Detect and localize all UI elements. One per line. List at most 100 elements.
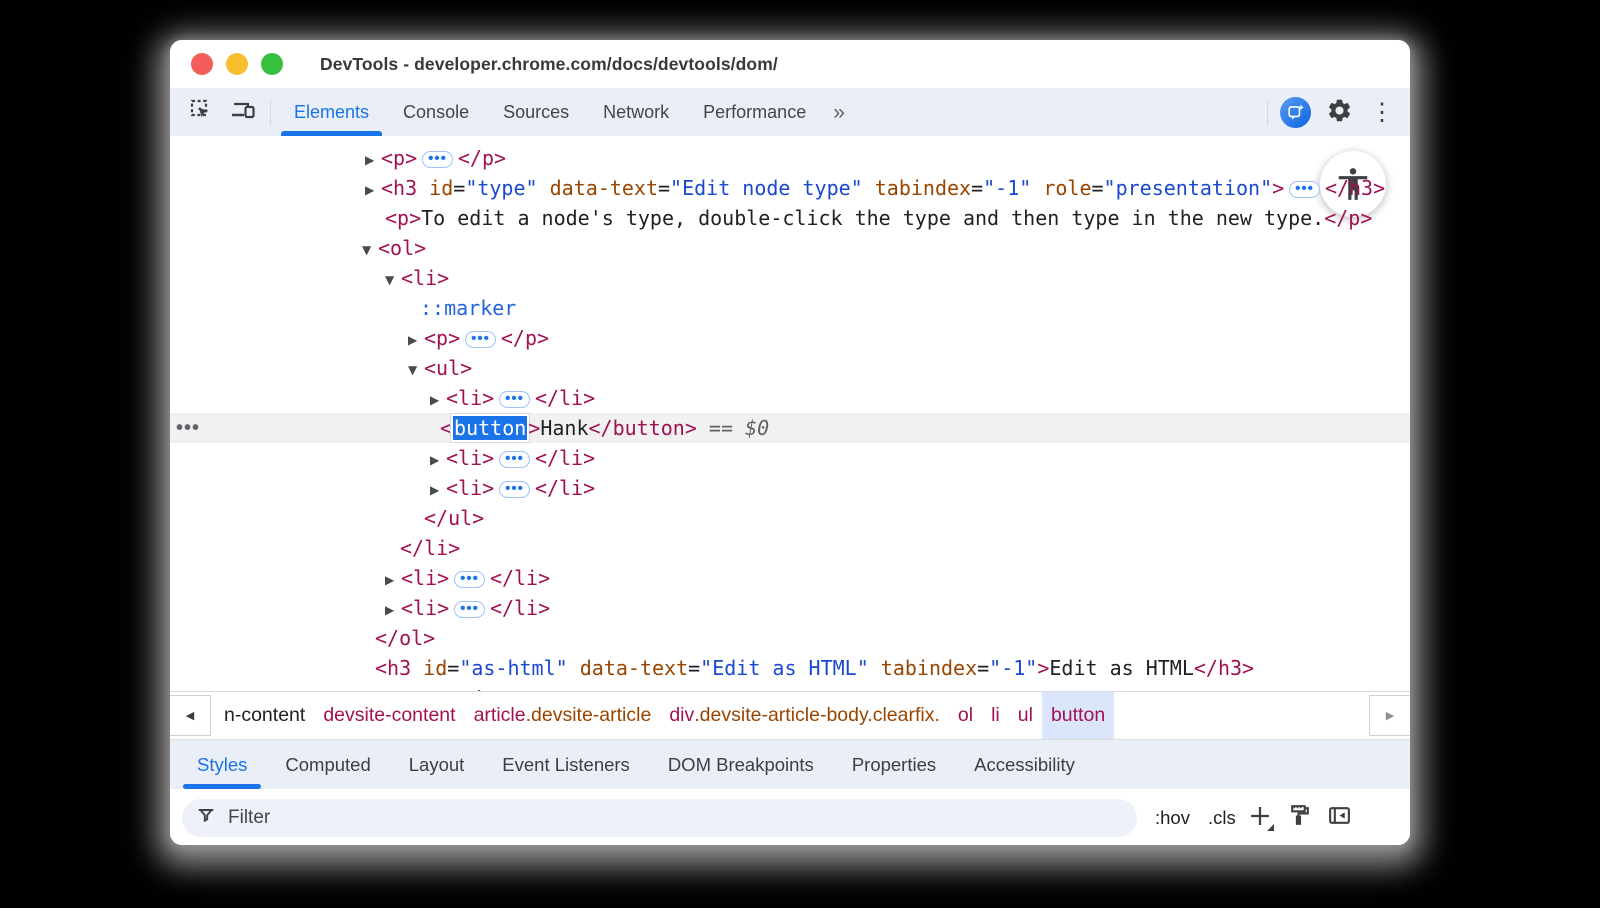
- dom-tree-row[interactable]: ▼<ol>: [170, 233, 1410, 263]
- breadcrumb-scroll-left-button[interactable]: ◀: [170, 695, 211, 736]
- disclosure-arrow-icon[interactable]: ▶: [385, 595, 401, 625]
- dom-tree-row[interactable]: ▶<p>•••</p>: [170, 143, 1410, 173]
- ellipsis-expand-button[interactable]: •••: [422, 151, 453, 168]
- dom-tree-row[interactable]: ▶<h3 id="type" data-text="Edit node type…: [170, 173, 1410, 203]
- disclosure-arrow-icon[interactable]: ▶: [430, 475, 446, 505]
- sidebar-tab-layout[interactable]: Layout: [390, 740, 484, 789]
- scroll-right-icon: ▶: [1386, 709, 1394, 722]
- dom-tree-row[interactable]: ▶<li>•••</li>: [170, 563, 1410, 593]
- ellipsis-expand-button[interactable]: •••: [465, 331, 496, 348]
- code-token: "-1": [989, 656, 1037, 680]
- breadcrumb-item[interactable]: devsite-content: [314, 692, 464, 739]
- dom-tree-row[interactable]: </ul>: [170, 503, 1410, 533]
- code-token: </p>: [501, 326, 549, 350]
- code-token: </button>: [589, 416, 697, 440]
- dom-tree-row[interactable]: <h3 id="as-html" data-text="Edit as HTML…: [170, 653, 1410, 683]
- element-classes-button[interactable]: .cls: [1208, 807, 1236, 829]
- scroll-left-icon: ◀: [186, 709, 194, 722]
- rendering-emulations-button[interactable]: [1284, 802, 1316, 834]
- dom-tree-row[interactable]: ::marker: [170, 293, 1410, 323]
- devtools-window: DevTools - developer.chrome.com/docs/dev…: [170, 40, 1410, 845]
- code-token: <li>: [401, 266, 449, 290]
- breadcrumb-item[interactable]: article.devsite-article: [465, 692, 661, 739]
- ellipsis-expand-button[interactable]: •••: [454, 601, 485, 618]
- minimize-window-button[interactable]: [226, 53, 248, 75]
- breadcrumb-item[interactable]: button: [1042, 692, 1114, 739]
- dom-tree-row[interactable]: ▶<li>•••</li>: [170, 383, 1410, 413]
- breadcrumb-item[interactable]: ol: [949, 692, 982, 739]
- sidebar-tab-styles[interactable]: Styles: [178, 740, 266, 789]
- code-token: id: [423, 656, 447, 680]
- breadcrumb-item[interactable]: li: [982, 692, 1009, 739]
- zoom-window-button[interactable]: [261, 53, 283, 75]
- ai-assistance-button[interactable]: [1278, 96, 1312, 130]
- code-token: =: [1092, 176, 1104, 200]
- more-tabs-button[interactable]: »: [823, 89, 855, 136]
- code-token: tabindex: [881, 656, 977, 680]
- tab-sources[interactable]: Sources: [486, 89, 586, 136]
- dom-tree-row[interactable]: ▶<li>•••</li>: [170, 473, 1410, 503]
- sidebar-tab-accessibility[interactable]: Accessibility: [955, 740, 1094, 789]
- code-token: "Edit node type": [670, 176, 863, 200]
- disclosure-arrow-icon[interactable]: ▼: [362, 235, 378, 265]
- ellipsis-expand-button[interactable]: •••: [499, 481, 530, 498]
- code-token: <p>: [381, 686, 417, 691]
- dom-tree-row[interactable]: ▼<ul>: [170, 353, 1410, 383]
- disclosure-arrow-icon[interactable]: ▶: [365, 175, 381, 205]
- disclosure-arrow-icon[interactable]: ▶: [365, 685, 381, 692]
- filter-field[interactable]: [182, 799, 1137, 837]
- dom-tree-row[interactable]: </li>: [170, 533, 1410, 563]
- sidebar-tab-dom-breakpoints[interactable]: DOM Breakpoints: [649, 740, 833, 789]
- dom-tree-row[interactable]: ▶<li>•••</li>: [170, 593, 1410, 623]
- toggle-sidebar-button[interactable]: [1324, 802, 1356, 834]
- tab-elements[interactable]: Elements: [277, 89, 386, 136]
- dom-tree-row[interactable]: ▶<p>•••</p>: [170, 683, 1410, 691]
- row-actions-icon[interactable]: •••: [176, 413, 200, 443]
- breadcrumb-part: devsite-content: [323, 704, 455, 727]
- ellipsis-expand-button[interactable]: •••: [499, 451, 530, 468]
- tab-console[interactable]: Console: [386, 89, 486, 136]
- inspect-element-button[interactable]: [184, 96, 218, 130]
- new-style-rule-button[interactable]: [1244, 802, 1276, 834]
- close-window-button[interactable]: [191, 53, 213, 75]
- tab-network[interactable]: Network: [586, 89, 686, 136]
- dom-tree-row[interactable]: ▼<li>: [170, 263, 1410, 293]
- breadcrumb-part: n-content: [224, 704, 305, 727]
- disclosure-arrow-icon[interactable]: ▶: [430, 385, 446, 415]
- ellipsis-expand-button[interactable]: •••: [499, 391, 530, 408]
- code-token: To edit a node's type, double-click the …: [421, 206, 1324, 230]
- code-token: <p>: [424, 326, 460, 350]
- ellipsis-expand-button[interactable]: •••: [454, 571, 485, 588]
- elements-panel-dom-tree: ▶<p>•••</p>▶<h3 id="type" data-text="Edi…: [170, 136, 1410, 691]
- sidebar-tab-computed[interactable]: Computed: [266, 740, 389, 789]
- disclosure-arrow-icon[interactable]: ▶: [430, 445, 446, 475]
- ellipsis-expand-button[interactable]: •••: [1289, 181, 1320, 198]
- sidebar-tab-properties[interactable]: Properties: [833, 740, 955, 789]
- filter-input[interactable]: [226, 806, 1123, 830]
- sidebar-tab-event-listeners[interactable]: Event Listeners: [483, 740, 649, 789]
- toggle-element-state-button[interactable]: :hov: [1155, 807, 1190, 829]
- breadcrumb-item[interactable]: div.devsite-article-body.clearfix.: [660, 692, 949, 739]
- dom-tree-row[interactable]: </ol>: [170, 623, 1410, 653]
- dom-tree-row[interactable]: ▶<li>•••</li>: [170, 443, 1410, 473]
- disclosure-arrow-icon[interactable]: ▶: [385, 565, 401, 595]
- more-options-button[interactable]: ⋮: [1366, 101, 1398, 125]
- code-token: "-1": [983, 176, 1031, 200]
- settings-button[interactable]: [1322, 96, 1356, 130]
- device-toolbar-button[interactable]: [226, 96, 260, 130]
- breadcrumb-item[interactable]: ul: [1009, 692, 1042, 739]
- dom-tree-row[interactable]: ▶<p> ••• </p>: [170, 323, 1410, 353]
- dom-tree-row[interactable]: <p>To edit a node's type, double-click t…: [170, 203, 1410, 233]
- disclosure-arrow-icon[interactable]: ▼: [408, 355, 424, 385]
- disclosure-arrow-icon[interactable]: ▼: [385, 265, 401, 295]
- breadcrumb-scroll-right-button[interactable]: ▶: [1369, 695, 1410, 736]
- code-token: ::marker: [420, 296, 516, 320]
- code-token: [863, 176, 875, 200]
- disclosure-arrow-icon[interactable]: ▶: [365, 145, 381, 175]
- tab-performance[interactable]: Performance: [686, 89, 823, 136]
- breadcrumb-item[interactable]: n-content: [215, 692, 314, 739]
- code-token: [417, 176, 429, 200]
- code-token: >: [1272, 176, 1284, 200]
- disclosure-arrow-icon[interactable]: ▶: [408, 325, 424, 355]
- dom-tree-row[interactable]: •••<button>Hank</button> == $0: [170, 413, 1410, 443]
